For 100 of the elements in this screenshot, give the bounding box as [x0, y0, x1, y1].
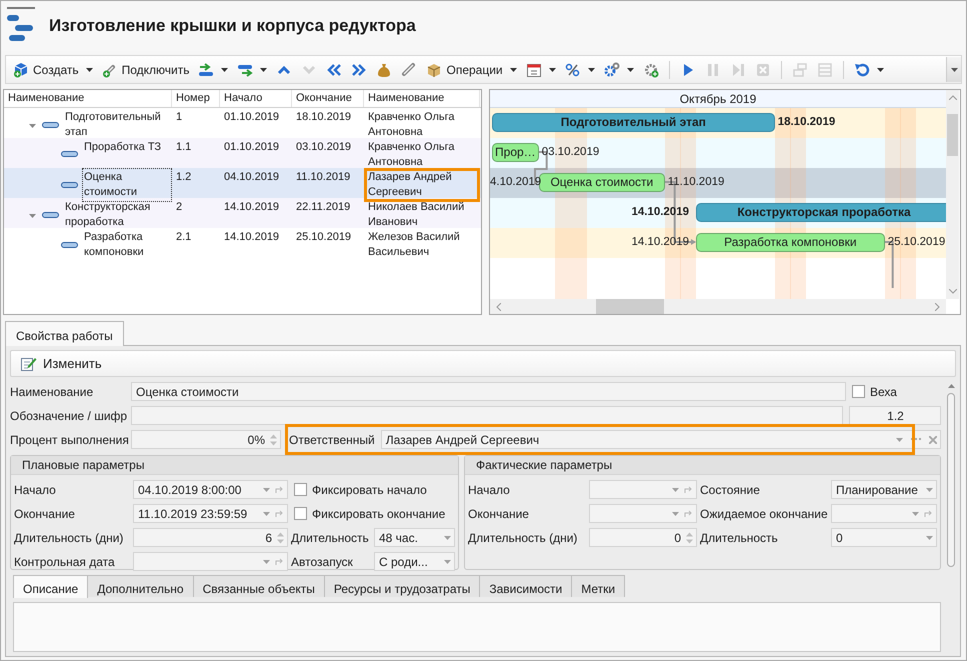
- field-label: Ответственный: [289, 432, 375, 446]
- table-cell-text: 04.10.2019: [223, 170, 280, 185]
- expand-down-icon[interactable]: [28, 122, 36, 128]
- date-field[interactable]: [133, 552, 288, 571]
- double-chevron-left-icon: [326, 62, 342, 78]
- scroll-thumb[interactable]: [596, 299, 664, 314]
- caret-icon: [926, 488, 933, 492]
- tree-row[interactable]: Конструкторская проработка 2 14.10.2019 22.11.2019 Николаев Василий Иванович: [4, 198, 481, 228]
- tab[interactable]: Описание: [13, 575, 88, 598]
- tab[interactable]: Ресурсы и трудозатраты: [324, 575, 480, 597]
- spin-icon[interactable]: [277, 530, 284, 544]
- caret-icon: [950, 68, 958, 72]
- overflow-button[interactable]: [946, 57, 961, 82]
- dropdown-field[interactable]: 0: [831, 528, 937, 547]
- checkbox[interactable]: [294, 507, 307, 520]
- caret-icon: [444, 536, 451, 540]
- text-field[interactable]: [131, 406, 843, 425]
- table-cell-text: 1: [175, 110, 184, 125]
- double-chevron-right-icon: [351, 62, 368, 78]
- table-cell-text: 01.10.2019: [223, 110, 280, 125]
- date-field[interactable]: 04.10.2019 8:00:00: [133, 480, 288, 499]
- spin-icon[interactable]: [270, 432, 277, 446]
- field-label: Окончание: [14, 506, 76, 520]
- date-label: 14.10.2019: [631, 205, 689, 220]
- table-cell-text: 25.10.2019: [295, 230, 352, 245]
- checkbox[interactable]: [294, 483, 307, 496]
- chevron-left-icon[interactable]: [496, 302, 501, 310]
- tab[interactable]: Связанные объекты: [192, 575, 325, 597]
- clear-icon[interactable]: [929, 436, 937, 444]
- tree-row[interactable]: Подготовительный этап 1 01.10.2019 18.10.2019 Кравченко Ольга Антоновна: [4, 108, 481, 138]
- field-label: Начало: [14, 482, 57, 496]
- percent-icon: [564, 62, 581, 78]
- toolbar-button[interactable]: Создать: [10, 58, 96, 80]
- tree-row[interactable]: Разработка компоновки 2.1 14.10.2019 25.10.2019 Железов Василий Васильевич: [4, 228, 481, 258]
- checkbox-label: Веха: [870, 384, 897, 398]
- task-bar[interactable]: Разработка компоновки: [696, 233, 885, 252]
- chevron-right-icon[interactable]: [935, 302, 940, 310]
- task-bar[interactable]: Прор…: [492, 143, 539, 162]
- field-label: Процент выполнения: [10, 432, 130, 446]
- field-label: Обозначение / шифр: [10, 408, 128, 422]
- number-field[interactable]: 0: [589, 528, 697, 547]
- column-header[interactable]: Наименование: [364, 90, 480, 107]
- text-field[interactable]: Оценка стоимости: [131, 382, 846, 401]
- tab[interactable]: Зависимости: [479, 575, 572, 597]
- date-field[interactable]: [589, 504, 697, 523]
- arrow-icon: [684, 509, 693, 518]
- number-field[interactable]: 0%: [131, 430, 281, 449]
- number-field[interactable]: 1.2: [849, 406, 941, 425]
- date-field[interactable]: [589, 480, 697, 499]
- scroll-thumb[interactable]: [947, 393, 955, 567]
- edit-button[interactable]: Изменить: [17, 353, 105, 374]
- chevron-up-icon[interactable]: [948, 95, 956, 100]
- task-bar[interactable]: Оценка стоимости: [539, 173, 665, 192]
- toolbar-button[interactable]: Операции: [423, 58, 520, 80]
- chain-icon: [401, 62, 418, 78]
- toolbar-button[interactable]: Подключить: [98, 58, 192, 80]
- arrow-icon: [924, 509, 933, 518]
- field-label: Длительность (дни): [14, 530, 124, 544]
- date-field[interactable]: 11.10.2019 23:59:59: [133, 504, 288, 523]
- column-header[interactable]: Окончание: [292, 90, 364, 107]
- table-icon: [816, 62, 833, 78]
- person-field[interactable]: Лазарев Андрей Сергеевич: [380, 430, 941, 449]
- table-cell-text: Кравченко Ольга Антоновна: [367, 110, 456, 140]
- tree-row[interactable]: Проработка ТЗ 1.1 01.10.2019 03.10.2019 Кравченко Ольга Антоновна: [4, 138, 481, 168]
- field-label: Окончание: [468, 506, 530, 520]
- scroll-up-icon[interactable]: [948, 384, 954, 388]
- dropdown-field[interactable]: С роди...: [374, 552, 455, 571]
- tab[interactable]: Дополнительно: [87, 575, 194, 597]
- description-field[interactable]: [13, 602, 941, 652]
- tab[interactable]: Метки: [571, 575, 626, 597]
- task-bar-icon: [61, 242, 78, 248]
- scroll-thumb[interactable]: [947, 114, 958, 156]
- field-label: Контрольная дата: [14, 554, 116, 568]
- date-label: 03.10.2019: [542, 145, 600, 160]
- dropdown-field[interactable]: 48 час.: [374, 528, 455, 547]
- table-cell-text: 14.10.2019: [223, 230, 280, 245]
- caret-icon: [263, 512, 270, 516]
- window-title: Изготовление крышки и корпуса редуктора: [49, 16, 416, 36]
- dropdown-field[interactable]: Планирование: [831, 480, 937, 499]
- column-header[interactable]: Наименование: [4, 90, 172, 107]
- number-field[interactable]: 6: [133, 528, 288, 547]
- table-cell-text: 11.10.2019: [295, 170, 352, 185]
- spin-icon[interactable]: [686, 530, 693, 544]
- table-cell-text: 1.2: [175, 170, 192, 185]
- tab[interactable]: Свойства работы: [5, 321, 124, 346]
- task-bar-icon: [61, 182, 78, 188]
- summary-bar[interactable]: Подготовительный этап: [492, 113, 775, 132]
- caret-icon: [672, 488, 679, 492]
- more-icon[interactable]: [911, 438, 921, 441]
- column-header[interactable]: Номер: [172, 90, 220, 107]
- summary-bar[interactable]: Конструкторская проработка: [696, 203, 946, 222]
- checkbox-label: Фиксировать начало: [312, 482, 427, 496]
- arrow-icon: [275, 557, 284, 566]
- arrow-icon: [275, 485, 284, 494]
- date-field[interactable]: [831, 504, 937, 523]
- chevron-down-icon[interactable]: [948, 289, 956, 294]
- expand-down-icon[interactable]: [28, 212, 36, 218]
- checkbox[interactable]: [852, 385, 865, 398]
- column-header[interactable]: Начало: [220, 90, 292, 107]
- caret-icon: [896, 438, 903, 442]
